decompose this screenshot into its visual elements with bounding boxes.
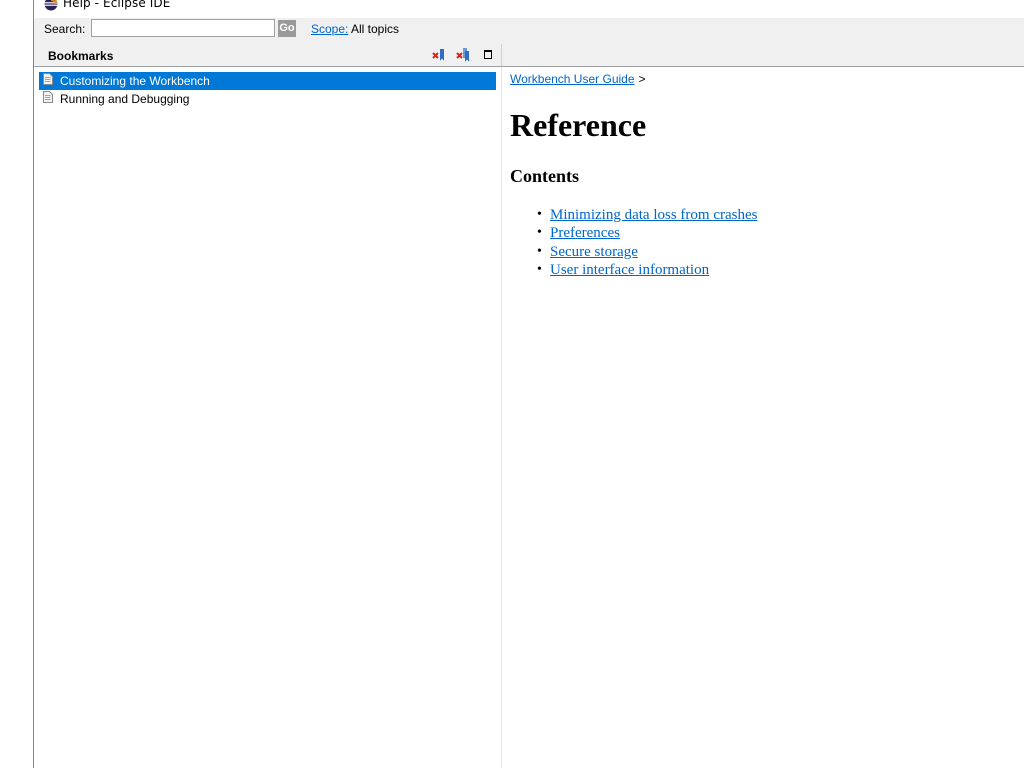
- help-content: Workbench User Guide > Reference Contents…: [502, 67, 1024, 768]
- bullet-icon: •: [537, 261, 542, 277]
- list-item: • Preferences: [537, 224, 757, 242]
- delete-bookmark-icon[interactable]: [430, 47, 446, 63]
- bullet-icon: •: [537, 207, 542, 222]
- search-label: Search:: [44, 22, 86, 36]
- bookmark-item[interactable]: Customizing the Workbench: [39, 72, 496, 90]
- search-bar: Search: Go Scope: All topics: [34, 18, 1024, 44]
- scope-value: All topics: [351, 22, 400, 36]
- bookmark-item[interactable]: Running and Debugging: [39, 90, 496, 108]
- contents-link[interactable]: Preferences: [550, 225, 620, 241]
- list-item: • Secure storage: [537, 243, 757, 261]
- maximize-icon[interactable]: [480, 47, 496, 63]
- page-title: Reference: [510, 107, 647, 143]
- desktop-background: [0, 0, 34, 768]
- section-heading: Contents: [510, 166, 580, 186]
- bookmark-label: Customizing the Workbench: [60, 74, 210, 88]
- contents-link[interactable]: Secure storage: [550, 244, 638, 260]
- eclipse-logo-icon: [44, 0, 58, 11]
- list-item: • Minimizing data loss from crashes: [537, 206, 757, 224]
- document-icon: [43, 73, 53, 85]
- breadcrumb-link[interactable]: Workbench User Guide: [510, 72, 635, 86]
- contents-list: • Minimizing data loss from crashes • Pref…: [537, 206, 757, 279]
- bullet-icon: •: [537, 243, 542, 259]
- help-window: Help - Eclipse IDE Search: Go Scope: All…: [34, 0, 1024, 768]
- delete-all-bookmarks-icon[interactable]: [454, 47, 470, 63]
- go-button[interactable]: Go: [278, 20, 296, 37]
- bullet-icon: •: [537, 225, 542, 241]
- toolbar-divider: [501, 44, 502, 66]
- window-title: Help - Eclipse IDE: [63, 0, 171, 10]
- bookmarks-tree: Customizing the Workbench Running and De…: [34, 67, 502, 768]
- bookmark-label: Running and Debugging: [60, 92, 190, 106]
- document-icon: [43, 91, 53, 103]
- title-bar[interactable]: Help - Eclipse IDE: [34, 0, 1024, 18]
- contents-link[interactable]: User interface information: [550, 262, 709, 278]
- list-item: • User interface information: [537, 261, 757, 279]
- search-input[interactable]: [91, 19, 275, 37]
- view-title: Bookmarks: [48, 49, 114, 63]
- breadcrumb: Workbench User Guide >: [510, 72, 646, 86]
- breadcrumb-separator: >: [638, 72, 646, 86]
- scope-link[interactable]: Scope:: [311, 22, 348, 36]
- view-toolbar: Bookmarks: [34, 44, 1024, 67]
- contents-link[interactable]: Minimizing data loss from crashes: [550, 207, 757, 223]
